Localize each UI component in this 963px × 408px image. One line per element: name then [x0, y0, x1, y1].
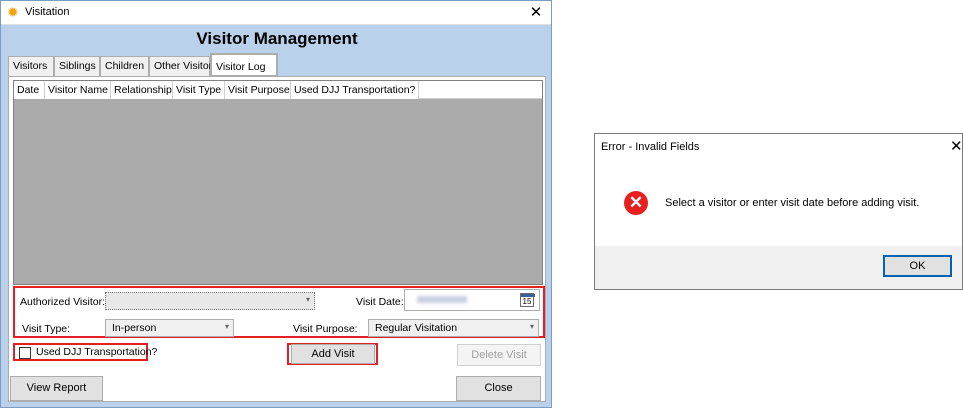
calendar-icon[interactable]: 15 [520, 293, 535, 307]
used-djj-transportation-label: Used DJJ Transportation? [36, 346, 158, 358]
error-icon: ✕ [624, 191, 648, 215]
dialog-message: Select a visitor or enter visit date bef… [665, 197, 920, 209]
authorized-visitor-label: Authorized Visitor: [20, 296, 106, 308]
tab-visitors[interactable]: Visitors [8, 56, 54, 76]
visitor-log-grid[interactable]: Date Visitor Name Relationship Visit Typ… [13, 80, 543, 285]
page-title: Visitor Management [196, 29, 358, 48]
chevron-down-icon: ▾ [224, 322, 229, 331]
chevron-down-icon: ▾ [529, 322, 534, 331]
visit-date-value [417, 296, 467, 303]
delete-visit-button[interactable]: Delete Visit [457, 344, 541, 366]
view-report-button[interactable]: View Report [10, 376, 103, 401]
visit-purpose-label: Visit Purpose: [293, 323, 358, 335]
dialog-body: Error - Invalid Fields ✕ ✕ Select a visi… [595, 134, 963, 246]
dialog-title: Error - Invalid Fields [601, 141, 700, 153]
window-title: Visitation [25, 6, 70, 18]
tab-children[interactable]: Children [100, 56, 149, 76]
used-djj-transportation-checkbox[interactable]: Used DJJ Transportation? [13, 343, 157, 361]
visit-date-label: Visit Date: [356, 296, 404, 308]
grid-header: Date Visitor Name Relationship Visit Typ… [14, 81, 542, 99]
checkbox-box[interactable] [19, 347, 31, 359]
tab-siblings[interactable]: Siblings [54, 56, 100, 76]
column-header[interactable]: Relationship [111, 81, 173, 99]
tab-visitor-log[interactable]: Visitor Log [210, 53, 278, 77]
visitation-window: ✹ Visitation ✕ Visitor Management Visito… [0, 0, 552, 408]
column-header[interactable]: Date [14, 81, 45, 99]
visit-date-picker[interactable]: 15 [404, 289, 540, 311]
visit-purpose-select[interactable]: Regular Visitation ▾ [368, 319, 539, 337]
close-icon[interactable]: ✕ [950, 137, 963, 155]
column-header[interactable]: Used DJJ Transportation? [291, 81, 419, 99]
column-header[interactable]: Visit Type [173, 81, 225, 99]
authorized-visitor-select[interactable]: ▾ [105, 292, 315, 310]
chevron-down-icon: ▾ [305, 295, 310, 304]
tab-other-visitors[interactable]: Other Visitors [149, 56, 217, 76]
close-button[interactable]: Close [456, 376, 541, 401]
add-visit-button[interactable]: Add Visit [291, 344, 375, 364]
visit-type-select[interactable]: In-person ▾ [105, 319, 234, 337]
close-icon[interactable]: ✕ [526, 3, 546, 23]
visit-type-label: Visit Type: [22, 323, 71, 335]
title-bar: ✹ Visitation ✕ [1, 1, 551, 25]
error-dialog: Error - Invalid Fields ✕ ✕ Select a visi… [594, 133, 963, 290]
sun-icon: ✹ [7, 4, 19, 20]
ok-button[interactable]: OK [883, 255, 952, 277]
column-header[interactable]: Visitor Name [45, 81, 111, 99]
column-header[interactable]: Visit Purpose [225, 81, 291, 99]
